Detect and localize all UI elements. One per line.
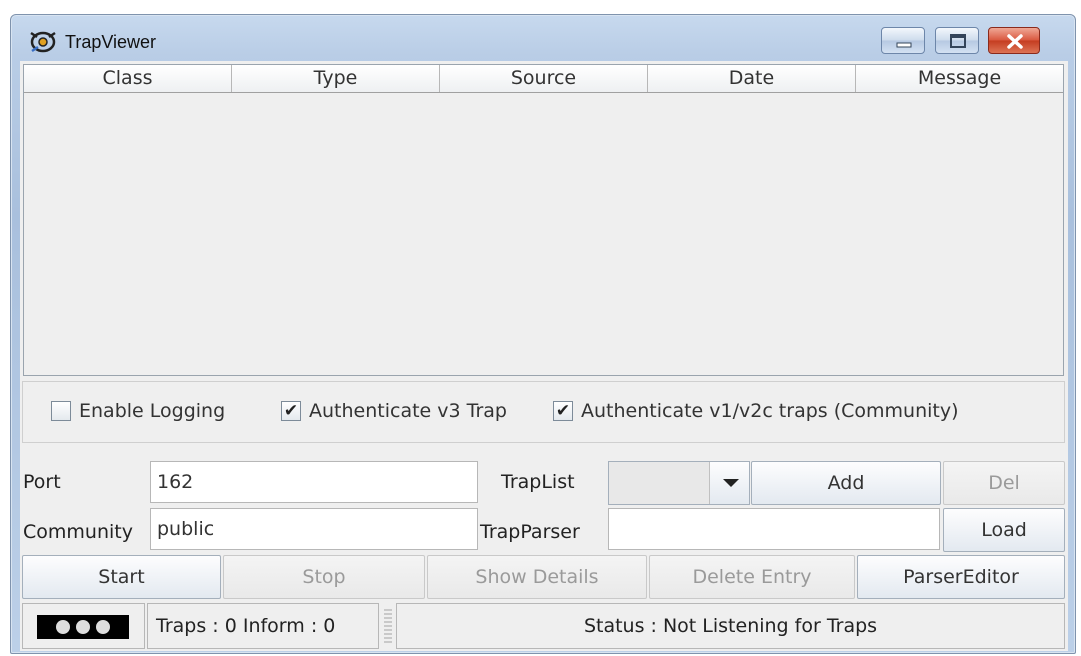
status-led-icon (37, 615, 129, 639)
trap-count-text: Traps : 0 Inform : 0 (156, 615, 336, 637)
trapparser-label: TrapParser (480, 521, 580, 543)
maximize-button[interactable] (935, 27, 979, 54)
column-header-source[interactable]: Source (440, 65, 648, 92)
delete-entry-button[interactable]: Delete Entry (649, 555, 855, 599)
auth-v1v2c-label: Authenticate v1/v2c traps (Community) (581, 400, 959, 422)
community-label: Community (23, 521, 133, 543)
window-title: TrapViewer (65, 32, 157, 52)
trapparser-input[interactable] (608, 508, 940, 550)
maximize-icon (950, 34, 966, 48)
minimize-icon (896, 42, 912, 48)
port-input[interactable]: 162 (150, 461, 478, 503)
column-header-date[interactable]: Date (648, 65, 856, 92)
parser-editor-button[interactable]: ParserEditor (857, 555, 1065, 599)
close-icon (1007, 34, 1023, 49)
auth-v1v2c-checkbox[interactable]: ✔ (553, 401, 573, 421)
app-icon (30, 31, 56, 53)
trapviewer-window: TrapViewer Class Type Source Date Messag… (10, 14, 1076, 654)
enable-logging-option[interactable]: Enable Logging (51, 400, 225, 422)
minimize-button[interactable] (881, 27, 925, 54)
traplist-dropdown-toggle[interactable] (709, 462, 749, 504)
auth-v3-option[interactable]: ✔ Authenticate v3 Trap (281, 400, 507, 422)
status-bar: Traps : 0 Inform : 0 Status : Not Listen… (22, 601, 1065, 651)
enable-logging-label: Enable Logging (79, 400, 226, 422)
column-header-message[interactable]: Message (856, 65, 1063, 92)
load-button[interactable]: Load (943, 508, 1065, 552)
auth-v3-label: Authenticate v3 Trap (309, 400, 507, 422)
column-header-class[interactable]: Class (24, 65, 232, 92)
resize-grip-icon[interactable] (384, 609, 392, 645)
close-button[interactable] (988, 27, 1040, 54)
trap-count-panel: Traps : 0 Inform : 0 (147, 603, 379, 649)
title-bar[interactable]: TrapViewer (11, 15, 1075, 61)
community-input[interactable]: public (150, 508, 478, 550)
port-label: Port (23, 471, 61, 493)
client-area: Class Type Source Date Message Enable Lo… (20, 61, 1068, 651)
stop-button[interactable]: Stop (223, 555, 425, 599)
show-details-button[interactable]: Show Details (427, 555, 647, 599)
status-message-panel: Status : Not Listening for Traps (396, 603, 1065, 649)
table-header: Class Type Source Date Message (24, 65, 1063, 93)
enable-logging-checkbox[interactable] (51, 401, 71, 421)
traplist-dropdown[interactable] (608, 461, 750, 505)
chevron-down-icon (723, 479, 739, 487)
auth-v1v2c-option[interactable]: ✔ Authenticate v1/v2c traps (Community) (553, 400, 959, 422)
status-message: Status : Not Listening for Traps (583, 615, 878, 637)
auth-v3-checkbox[interactable]: ✔ (281, 401, 301, 421)
start-button[interactable]: Start (22, 555, 221, 599)
del-button[interactable]: Del (943, 461, 1065, 505)
table-body[interactable] (24, 93, 1063, 375)
listening-indicator-panel (22, 603, 145, 649)
column-header-type[interactable]: Type (232, 65, 440, 92)
traplist-label: TrapList (501, 471, 575, 493)
add-button[interactable]: Add (751, 461, 941, 505)
trap-table[interactable]: Class Type Source Date Message (23, 64, 1064, 376)
options-panel: Enable Logging ✔ Authenticate v3 Trap ✔ … (22, 381, 1065, 443)
